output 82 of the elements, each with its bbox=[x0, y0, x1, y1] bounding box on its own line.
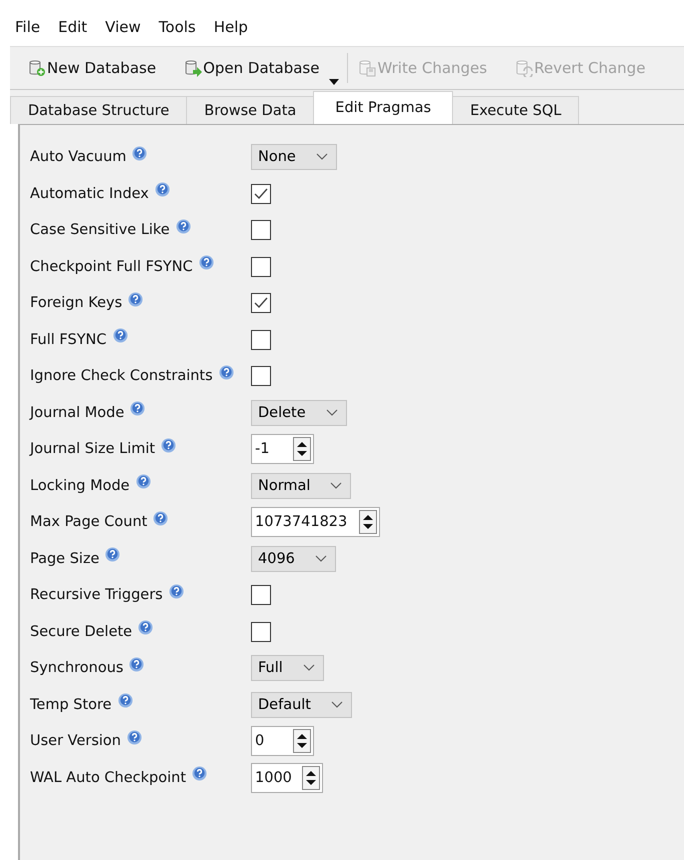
chevron-down-icon bbox=[330, 482, 342, 490]
tab[interactable]: Database Structure bbox=[10, 96, 188, 124]
help-icon[interactable] bbox=[130, 401, 146, 416]
tab[interactable]: Browse Data bbox=[186, 96, 314, 124]
checkmark-icon bbox=[254, 297, 268, 310]
help-icon[interactable] bbox=[126, 730, 142, 745]
database-icon bbox=[28, 59, 46, 77]
caret-icon[interactable] bbox=[329, 79, 340, 85]
spin-box[interactable]: 1000 bbox=[251, 762, 323, 793]
field-label: Synchronous bbox=[30, 660, 124, 676]
help-icon[interactable] bbox=[154, 182, 170, 198]
help-icon[interactable] bbox=[128, 292, 144, 307]
checkbox[interactable] bbox=[251, 585, 271, 606]
menu-item[interactable]: View bbox=[96, 18, 150, 36]
tab[interactable]: Edit Pragmas bbox=[313, 91, 454, 124]
help-icon[interactable] bbox=[129, 656, 144, 672]
field-label: Journal Size Limit bbox=[30, 441, 156, 458]
checkbox[interactable] bbox=[251, 184, 271, 204]
checkbox[interactable] bbox=[251, 220, 271, 240]
tab[interactable]: Execute SQL bbox=[452, 96, 580, 124]
field-label: Temp Store bbox=[30, 696, 112, 713]
dropdown[interactable]: Normal bbox=[251, 472, 352, 499]
dropdown[interactable]: 4096 bbox=[251, 546, 336, 572]
help-icon[interactable] bbox=[138, 620, 154, 636]
help-icon[interactable] bbox=[118, 693, 133, 708]
help-icon[interactable] bbox=[153, 510, 168, 526]
chevron-down-icon bbox=[302, 664, 315, 672]
toolbar-button[interactable]: New Database bbox=[24, 55, 160, 81]
dropdown[interactable]: Delete bbox=[251, 400, 347, 426]
menu-item[interactable]: Tools bbox=[150, 18, 205, 36]
spinner-arrows-icon[interactable] bbox=[302, 766, 320, 790]
field-label: User Version bbox=[30, 733, 121, 750]
help-icon[interactable] bbox=[105, 547, 120, 562]
help-icon[interactable] bbox=[161, 438, 176, 453]
spin-box[interactable]: 0 bbox=[251, 726, 314, 756]
checkbox[interactable] bbox=[251, 622, 271, 642]
help-icon[interactable] bbox=[192, 766, 208, 782]
help-icon[interactable] bbox=[218, 364, 234, 380]
database-icon bbox=[358, 59, 376, 77]
checkbox[interactable] bbox=[251, 256, 271, 277]
field-label: Page Size bbox=[30, 550, 100, 567]
checkmark-icon bbox=[254, 188, 268, 200]
field-label: Secure Delete bbox=[30, 624, 132, 640]
spinner-arrows-icon[interactable] bbox=[359, 510, 377, 534]
field-label: WAL Auto Checkpoint bbox=[30, 770, 186, 786]
spinner-arrows-icon[interactable] bbox=[292, 729, 310, 754]
spin-box[interactable]: -1 bbox=[251, 434, 314, 464]
toolbar-button[interactable]: Open Database bbox=[180, 55, 324, 81]
field-label: Recursive Triggers bbox=[30, 587, 163, 604]
dropdown[interactable]: Full bbox=[251, 655, 324, 682]
field-label: Max Page Count bbox=[30, 514, 148, 530]
chevron-down-icon bbox=[330, 700, 343, 709]
field-label: Locking Mode bbox=[30, 478, 130, 494]
dropdown[interactable]: Default bbox=[251, 692, 352, 718]
field-label: Checkpoint Full FSYNC bbox=[30, 258, 193, 275]
help-icon[interactable] bbox=[168, 584, 184, 599]
dropdown[interactable]: None bbox=[251, 144, 337, 170]
field-label: Case Sensitive Like bbox=[30, 222, 170, 238]
help-icon[interactable] bbox=[132, 146, 148, 161]
field-label: Ignore Check Constraints bbox=[30, 368, 213, 384]
checkbox[interactable] bbox=[251, 293, 271, 314]
field-label: Foreign Keys bbox=[30, 295, 122, 312]
field-label: Automatic Index bbox=[30, 186, 149, 202]
help-icon[interactable] bbox=[176, 218, 191, 234]
chevron-down-icon bbox=[316, 153, 328, 162]
menu-item[interactable]: Edit bbox=[49, 18, 96, 36]
help-icon[interactable] bbox=[112, 328, 128, 344]
field-label: Auto Vacuum bbox=[30, 149, 126, 166]
chevron-down-icon bbox=[314, 554, 327, 563]
spin-box[interactable]: 1073741823 bbox=[251, 507, 380, 538]
chevron-down-icon bbox=[326, 408, 338, 417]
help-icon[interactable] bbox=[136, 474, 151, 490]
help-icon[interactable] bbox=[198, 255, 214, 270]
checkbox[interactable] bbox=[251, 330, 271, 350]
menu-item[interactable]: Help bbox=[204, 18, 257, 36]
database-icon bbox=[184, 59, 202, 77]
field-label: Journal Mode bbox=[30, 404, 124, 421]
menu-item[interactable]: File bbox=[6, 18, 50, 36]
spinner-arrows-icon[interactable] bbox=[292, 437, 310, 462]
database-icon bbox=[515, 59, 534, 77]
field-label: Full FSYNC bbox=[30, 332, 107, 348]
checkbox[interactable] bbox=[251, 366, 271, 386]
